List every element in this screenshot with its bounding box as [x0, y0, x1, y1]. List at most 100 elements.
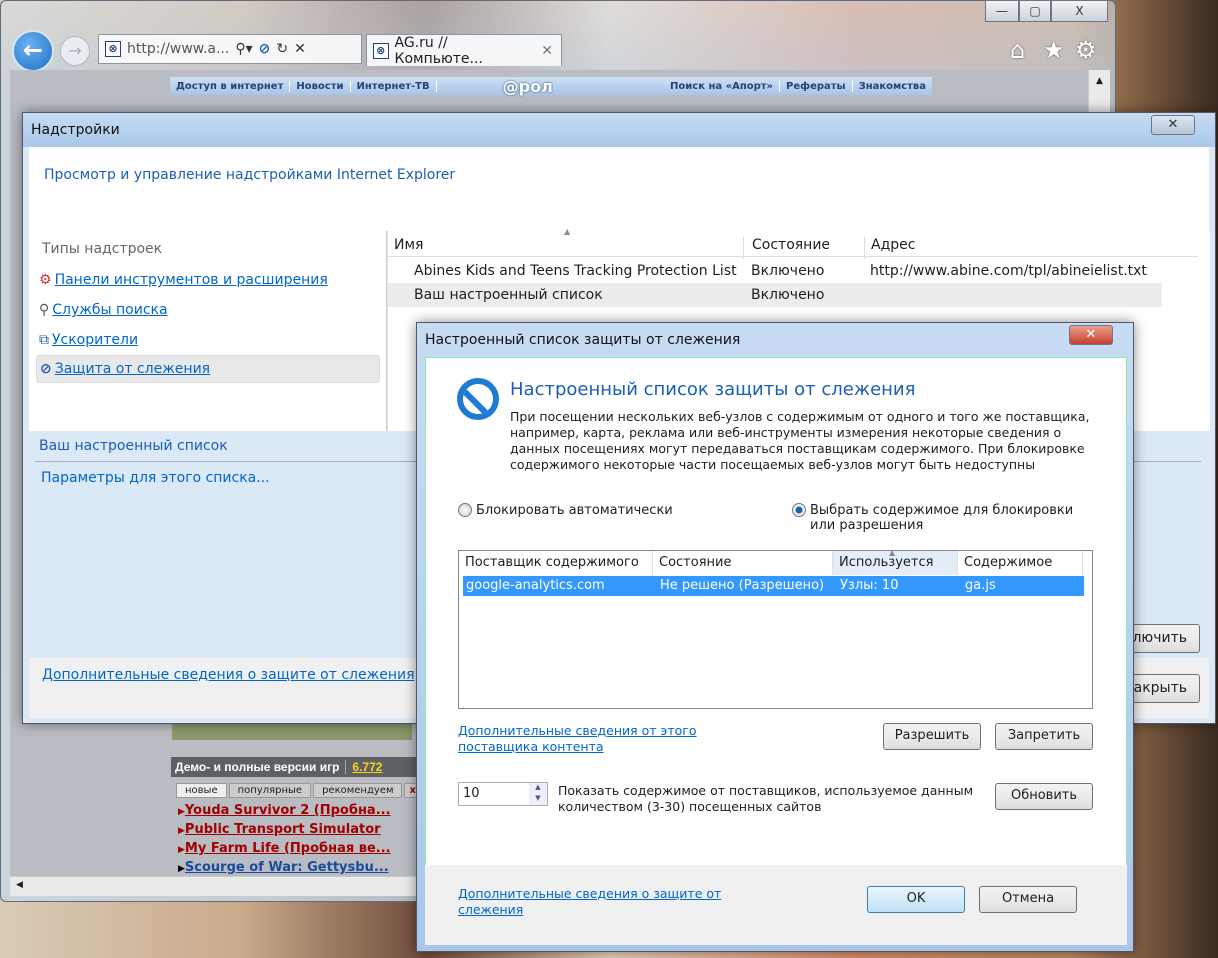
cancel-button[interactable]: Отмена: [979, 886, 1077, 913]
types-label: Типы надстроек: [42, 241, 163, 257]
block-button[interactable]: Запретить: [995, 723, 1093, 750]
sort-arrow-icon: ▲: [564, 227, 571, 236]
radio-choose-content[interactable]: Выбрать содержимое для блокировки или ра…: [792, 503, 1092, 533]
maximize-button[interactable]: ▢: [1019, 0, 1051, 22]
detail-title: Ваш настроенный список: [39, 438, 228, 454]
addon-types-panel: Типы надстроек ⚙ Панели инструментов и ра…: [29, 231, 387, 431]
banner-image: [172, 724, 412, 740]
addons-header: Просмотр и управление надстройками Inter…: [44, 167, 456, 183]
address-bar[interactable]: ⊗ http://www.a... ⚲▾ ⊘ ↻ ✕: [98, 34, 362, 64]
tab-favicon: ⊗: [373, 42, 389, 59]
nav-link[interactable]: Рефераты: [780, 80, 853, 92]
tab-title: AG.ru // Компьюте...: [394, 34, 483, 67]
search-icon[interactable]: ⚲▾: [235, 41, 252, 57]
type-search[interactable]: ⚲ Службы поиска: [39, 302, 168, 318]
sites-count-spinner[interactable]: 10 ▲ ▼: [458, 782, 548, 806]
close-window-button[interactable]: X: [1051, 0, 1108, 22]
games-count[interactable]: 6.772: [352, 757, 382, 777]
accelerator-icon: ⧉: [39, 332, 49, 348]
games-list: ▶Youda Survivor 2 (Пробна... ▶Public Tran…: [178, 802, 391, 878]
column-content[interactable]: Содержимое: [958, 551, 1083, 575]
minimize-button[interactable]: —: [985, 0, 1019, 22]
type-tracking-protection[interactable]: ⊘ Защита от слежения: [36, 355, 380, 383]
ok-button[interactable]: OK: [867, 886, 965, 913]
favorites-star-icon[interactable]: ★: [1043, 36, 1065, 64]
addons-title-bar: Надстройки: [23, 113, 1215, 147]
tracking-list-dialog: Настроенный список защиты от слежения ✕ …: [416, 322, 1134, 952]
block-icon: ⊘: [40, 361, 52, 377]
game-link[interactable]: ▶Youda Survivor 2 (Пробна...: [178, 802, 391, 821]
home-icon[interactable]: ⌂: [1010, 36, 1025, 64]
separator: [345, 760, 347, 774]
state-cell: Не решено (Разрешено): [660, 578, 825, 593]
table-row[interactable]: Abines Kids and Teens Tracking Protectio…: [388, 259, 1162, 283]
spinner-value: 10: [463, 786, 480, 801]
column-address[interactable]: Адрес: [864, 237, 915, 259]
section-title: Демо- и полные версии игр: [175, 760, 340, 774]
spin-down-icon[interactable]: ▼: [529, 794, 547, 805]
back-button[interactable]: ←: [12, 30, 54, 72]
column-state[interactable]: Состояние: [653, 551, 833, 575]
refresh-button[interactable]: Обновить: [995, 783, 1093, 810]
bullet-arrow-icon: ▶: [178, 807, 185, 817]
sort-arrow-icon: ▲: [889, 548, 896, 557]
column-state[interactable]: Состояние: [743, 237, 830, 259]
site-logo: @рол: [502, 76, 553, 96]
nav-link[interactable]: Новости: [290, 80, 351, 92]
type-toolbars[interactable]: ⚙ Панели инструментов и расширения: [39, 272, 328, 288]
type-accelerators[interactable]: ⧉ Ускорители: [39, 332, 138, 348]
used-cell: Узлы: 10: [840, 578, 899, 593]
arrow-right-icon: →: [68, 41, 82, 60]
addons-more-info-link[interactable]: Дополнительные сведения о защите от слеж…: [42, 667, 415, 683]
column-used[interactable]: Используется: [833, 551, 958, 575]
gear-icon: ⚙: [39, 272, 52, 288]
tab-popular[interactable]: популярные: [228, 783, 312, 798]
spin-up-icon[interactable]: ▲: [529, 783, 547, 794]
table-row[interactable]: google-analytics.com Не решено (Разрешен…: [463, 576, 1084, 596]
tracking-more-info-link[interactable]: Дополнительные сведения о защите от слеж…: [458, 886, 738, 918]
refresh-icon[interactable]: ↻: [276, 41, 288, 57]
game-link[interactable]: ▶My Farm Life (Пробная ве...: [178, 840, 391, 859]
webpage-top-nav: Доступ в интернет Новости Интернет-ТВ @р…: [170, 76, 932, 96]
block-icon[interactable]: ⊘: [259, 41, 271, 57]
provider-cell: google-analytics.com: [466, 578, 605, 593]
game-link[interactable]: ▶Public Transport Simulator: [178, 821, 391, 840]
list-settings-link[interactable]: Параметры для этого списка...: [41, 470, 270, 486]
forward-button[interactable]: →: [60, 36, 90, 66]
column-provider[interactable]: Поставщик содержимого: [459, 551, 653, 575]
gear-icon[interactable]: ⚙: [1075, 36, 1097, 64]
block-icon: [457, 378, 499, 420]
arrow-left-icon: ←: [22, 36, 44, 64]
browser-tab[interactable]: ⊗ AG.ru // Компьюте... ✕: [366, 34, 562, 67]
close-button[interactable]: ✕: [1069, 325, 1113, 345]
game-link[interactable]: ▶Scourge of War: Gettysbu...: [178, 859, 391, 878]
close-button[interactable]: ✕: [1151, 115, 1195, 135]
games-section-header: Демо- и полные версии игр 6.772: [171, 757, 416, 777]
nav-link[interactable]: Интернет-ТВ: [351, 80, 437, 92]
tab-new[interactable]: новые: [176, 783, 227, 798]
nav-link[interactable]: Доступ в интернет: [170, 80, 291, 92]
tracking-heading: Настроенный список защиты от слежения: [510, 379, 916, 400]
bullet-arrow-icon: ▶: [178, 845, 185, 855]
tracking-description: При посещении нескольких веб-узлов с сод…: [510, 409, 1090, 472]
provider-info-link[interactable]: Дополнительные сведения от этого поставщ…: [458, 723, 718, 755]
column-name[interactable]: Имя: [394, 237, 423, 253]
name-cell: Ваш настроенный список: [414, 287, 603, 303]
tab-recommended[interactable]: рекомендуем: [313, 783, 403, 798]
allow-button[interactable]: Разрешить: [883, 723, 981, 750]
address-cell: http://www.abine.com/tpl/abineielist.txt: [870, 263, 1147, 279]
close-tab-icon[interactable]: ✕: [541, 43, 553, 59]
radio-block-auto[interactable]: Блокировать автоматически: [458, 503, 673, 518]
state-cell: Включено: [751, 287, 825, 303]
radio-button-selected[interactable]: [792, 503, 806, 517]
nav-link[interactable]: Поиск на «Апорт»: [664, 80, 781, 92]
table-row[interactable]: Ваш настроенный список Включено: [388, 283, 1162, 307]
state-cell: Включено: [751, 263, 825, 279]
spinner-label: Показать содержимое от поставщиков, испо…: [558, 783, 974, 814]
bullet-arrow-icon: ▶: [178, 864, 185, 874]
dialog-title: Надстройки: [31, 122, 120, 138]
radio-button[interactable]: [458, 503, 472, 517]
stop-icon[interactable]: ✕: [294, 41, 306, 57]
games-tabs: новые популярные рекомендуем xtre: [176, 783, 438, 798]
nav-link[interactable]: Знакомства: [853, 81, 932, 92]
